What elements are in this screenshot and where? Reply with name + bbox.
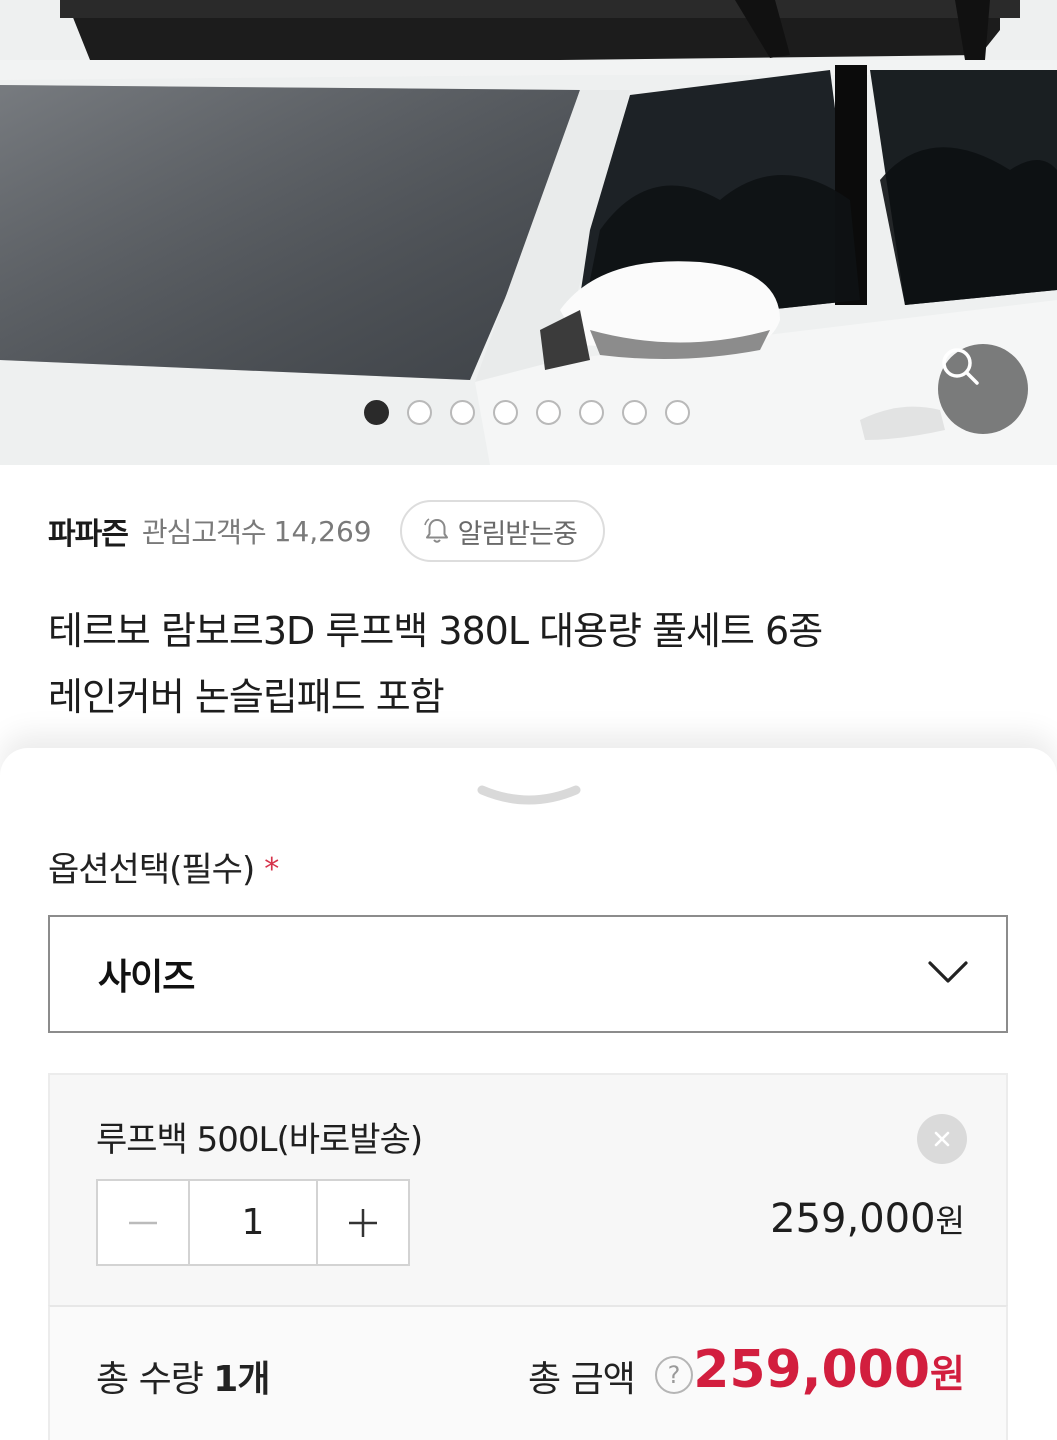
carousel-dot[interactable] (407, 400, 432, 425)
option-section-title: 옵션선택(필수) (48, 850, 255, 890)
option-price-value: 259,000 (770, 1196, 936, 1242)
quantity-stepper: 1 (96, 1179, 410, 1266)
followers-label: 관심고객수 (141, 516, 267, 549)
product-title-line-1: 테르보 람보르3D 루프백 380L 대용량 풀세트 6종 (48, 609, 823, 653)
minus-icon (129, 1221, 157, 1224)
carousel-indicators (364, 400, 690, 425)
carousel-dot[interactable] (579, 400, 604, 425)
product-image[interactable] (0, 0, 1057, 465)
sheet-collapse-handle[interactable] (474, 780, 584, 810)
total-amount-value: 259,000 (693, 1340, 931, 1400)
followers-count: 14,269 (273, 514, 372, 548)
total-quantity-label: 총 수량 (96, 1359, 204, 1400)
bell-icon (423, 518, 448, 543)
total-quantity-value: 1개 (213, 1359, 270, 1400)
close-icon (934, 1131, 950, 1147)
plus-icon (349, 1208, 377, 1237)
remove-option-button[interactable] (917, 1114, 967, 1164)
decrease-quantity-button[interactable] (98, 1181, 190, 1264)
option-section-label: 옵션선택(필수) * (48, 842, 279, 891)
carousel-dot-active[interactable] (364, 400, 389, 425)
zoom-button[interactable] (938, 344, 1028, 434)
store-name[interactable]: 파파즌 (48, 509, 129, 553)
car-photo (0, 0, 1057, 465)
carousel-dot[interactable] (536, 400, 561, 425)
total-amount-label: 총 금액 (528, 1359, 636, 1400)
alarm-toggle-button[interactable]: 알림받는중 (399, 500, 605, 562)
search-icon (942, 348, 979, 385)
size-select[interactable]: 사이즈 (48, 915, 1008, 1033)
required-mark: * (264, 852, 279, 887)
option-price: 259,000원 (770, 1196, 965, 1242)
carousel-dot[interactable] (450, 400, 475, 425)
help-icon[interactable]: ? (655, 1356, 693, 1394)
alarm-label: 알림받는중 (457, 518, 578, 550)
option-price-currency: 원 (935, 1202, 965, 1240)
size-select-value: 사이즈 (98, 957, 195, 998)
product-title: 테르보 람보르3D 루프백 380L 대용량 풀세트 6종 레인커버 논슬립패드… (48, 598, 1008, 730)
product-title-line-2: 레인커버 논슬립패드 포함 (48, 675, 445, 719)
store-info: 파파즌 관심고객수 14,269 알림받는중 (48, 500, 605, 562)
quantity-value[interactable]: 1 (190, 1181, 316, 1264)
total-amount: 259,000원 (693, 1340, 965, 1400)
total-amount-currency: 원 (930, 1352, 965, 1396)
carousel-dot[interactable] (622, 400, 647, 425)
chevron-down-icon (928, 961, 968, 983)
increase-quantity-button[interactable] (316, 1181, 408, 1264)
selected-option-name: 루프백 500L(바로발송) (96, 1120, 423, 1160)
carousel-dot[interactable] (665, 400, 690, 425)
carousel-dot[interactable] (493, 400, 518, 425)
total-quantity: 총 수량 1개 (96, 1350, 270, 1402)
